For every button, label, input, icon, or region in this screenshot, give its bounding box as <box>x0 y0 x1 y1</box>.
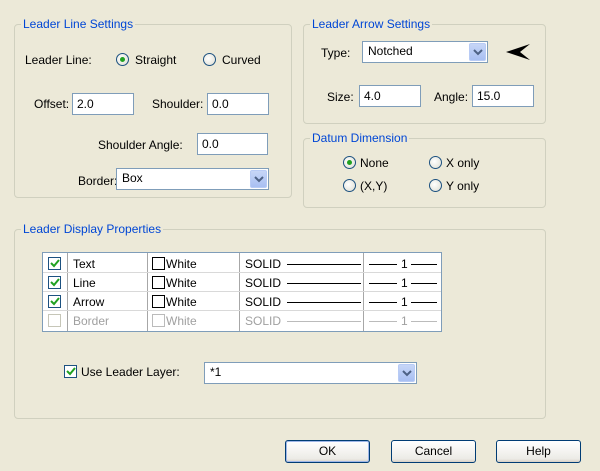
row-linetype[interactable]: SOLID <box>245 257 281 271</box>
datum-y-only-label[interactable]: Y only <box>446 179 479 193</box>
arrow-type-select[interactable]: Notched <box>362 41 488 63</box>
row-visible-checkbox[interactable] <box>48 295 61 308</box>
border-select-value: Box <box>122 171 143 185</box>
angle-input[interactable]: 15.0 <box>472 85 534 107</box>
offset-input[interactable]: 2.0 <box>72 93 134 115</box>
row-color[interactable]: White <box>166 276 197 290</box>
datum-none-label[interactable]: None <box>360 156 389 170</box>
row-color: White <box>166 314 197 328</box>
curved-label[interactable]: Curved <box>222 53 261 67</box>
border-label: Border: <box>78 174 118 188</box>
type-label: Type: <box>321 46 351 60</box>
row-color-swatch[interactable] <box>152 257 165 270</box>
row-linetype: SOLID <box>245 314 282 328</box>
display-properties-list[interactable]: Text White SOLID 1 Line White SOLID 1 Ar… <box>42 252 442 332</box>
row-name: Border <box>73 314 110 328</box>
chevron-down-icon[interactable] <box>250 170 267 188</box>
leader-layer-value: *1 <box>210 365 222 379</box>
size-label: Size: <box>327 90 354 104</box>
row-color[interactable]: White <box>166 257 197 271</box>
use-leader-layer-label[interactable]: Use Leader Layer: <box>81 365 180 379</box>
shoulder-angle-label: Shoulder Angle: <box>98 138 183 152</box>
leader-layer-select[interactable]: *1 <box>204 362 417 384</box>
border-select[interactable]: Box <box>116 168 269 190</box>
leader-display-properties-title: Leader Display Properties <box>21 222 164 236</box>
straight-radio[interactable] <box>116 53 129 66</box>
row-visible-checkbox[interactable] <box>48 257 61 270</box>
shoulder-input[interactable]: 0.0 <box>207 93 269 115</box>
datum-xy-radio[interactable] <box>343 179 356 192</box>
ok-button[interactable]: OK <box>285 440 370 463</box>
leader-arrow-settings-group: Leader Arrow Settings <box>303 17 546 124</box>
row-name: Arrow <box>73 295 105 309</box>
straight-label[interactable]: Straight <box>135 53 176 67</box>
arrow-type-value: Notched <box>368 44 413 58</box>
display-row-arrow[interactable]: Arrow White SOLID 1 <box>43 293 441 312</box>
display-row-border: Border White SOLID 1 <box>43 312 441 331</box>
row-visible-checkbox[interactable] <box>48 276 61 289</box>
curved-radio[interactable] <box>203 53 216 66</box>
row-lineweight: 1 <box>401 314 408 328</box>
shoulder-label: Shoulder: <box>152 97 204 111</box>
size-input[interactable]: 4.0 <box>359 85 421 107</box>
notched-arrow-icon <box>504 42 532 65</box>
row-name: Line <box>73 276 96 290</box>
datum-dimension-group: Datum Dimension <box>303 131 546 208</box>
datum-x-only-radio[interactable] <box>429 156 442 169</box>
leader-arrow-settings-title: Leader Arrow Settings <box>310 17 433 31</box>
angle-label: Angle: <box>434 90 469 104</box>
row-lineweight[interactable]: 1 <box>401 257 408 271</box>
row-visible-checkbox <box>48 314 61 327</box>
datum-y-only-radio[interactable] <box>429 179 442 192</box>
datum-xy-label[interactable]: (X,Y) <box>360 179 387 193</box>
row-lineweight[interactable]: 1 <box>401 276 408 290</box>
row-color-swatch <box>152 314 165 327</box>
row-name: Text <box>73 257 96 271</box>
row-color-swatch[interactable] <box>152 276 165 289</box>
leader-line-label: Leader Line: <box>25 53 92 67</box>
row-lineweight[interactable]: 1 <box>401 295 408 309</box>
offset-label: Offset: <box>34 97 70 111</box>
use-leader-layer-checkbox[interactable] <box>64 365 77 378</box>
shoulder-angle-input[interactable]: 0.0 <box>197 133 268 155</box>
row-linetype[interactable]: SOLID <box>245 295 281 309</box>
row-color-swatch[interactable] <box>152 295 165 308</box>
display-row-text[interactable]: Text White SOLID 1 <box>43 255 441 274</box>
cancel-button[interactable]: Cancel <box>391 440 476 463</box>
row-color[interactable]: White <box>166 295 197 309</box>
datum-x-only-label[interactable]: X only <box>446 156 479 170</box>
row-linetype[interactable]: SOLID <box>245 276 281 290</box>
chevron-down-icon[interactable] <box>469 43 486 61</box>
display-row-line[interactable]: Line White SOLID 1 <box>43 274 441 293</box>
help-button[interactable]: Help <box>496 440 581 463</box>
chevron-down-icon[interactable] <box>398 364 415 382</box>
leader-line-settings-title: Leader Line Settings <box>21 17 136 31</box>
datum-dimension-title: Datum Dimension <box>310 131 410 145</box>
datum-none-radio[interactable] <box>343 156 356 169</box>
